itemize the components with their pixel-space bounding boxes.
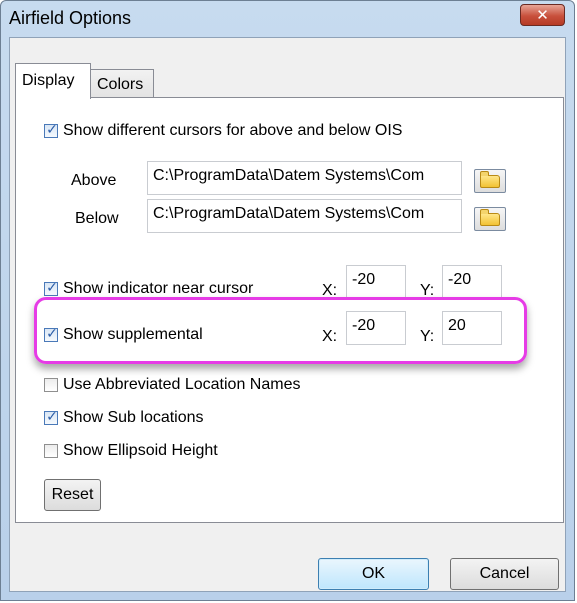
show-indicator-label: Show indicator near cursor (63, 280, 254, 297)
reset-button-label: Reset (51, 486, 94, 503)
cancel-button[interactable]: Cancel (450, 558, 559, 590)
folder-icon (480, 209, 500, 226)
show-cursors-label: Show different cursors for above and bel… (63, 122, 403, 139)
show-cursors-checkbox[interactable]: ✓ (44, 121, 58, 138)
indicator-y-input[interactable]: -20 (442, 265, 502, 299)
close-button[interactable]: ✕ (520, 4, 565, 26)
tab-display[interactable]: Display (15, 63, 91, 99)
reset-button[interactable]: Reset (44, 479, 101, 511)
tab-colors-label: Colors (97, 76, 144, 93)
checkmark-icon: ✓ (46, 121, 58, 137)
indicator-x-input[interactable]: -20 (346, 265, 406, 299)
ok-button-label: OK (361, 565, 386, 582)
abbreviated-names-label: Use Abbreviated Location Names (63, 376, 301, 393)
tab-display-label: Display (22, 72, 75, 89)
ellipsoid-height-checkbox[interactable] (44, 444, 58, 458)
supplemental-highlight-box (34, 297, 527, 364)
above-path-field[interactable]: C:\ProgramData\Datem Systems\Com (147, 161, 462, 195)
checkmark-icon: ✓ (46, 279, 58, 295)
folder-icon (480, 171, 500, 188)
checkmark-icon: ✓ (46, 408, 58, 424)
title-bar[interactable]: Airfield Options ✕ (1, 1, 574, 35)
sub-locations-label: Show Sub locations (63, 409, 204, 426)
ok-button[interactable]: OK (318, 558, 429, 590)
below-browse-button[interactable] (474, 207, 506, 231)
ellipsoid-height-label: Show Ellipsoid Height (63, 442, 218, 459)
below-label: Below (75, 210, 119, 227)
cancel-button-label: Cancel (479, 565, 530, 582)
window-title: Airfield Options (9, 8, 132, 28)
show-indicator-checkbox[interactable]: ✓ (44, 279, 58, 296)
close-icon: ✕ (536, 7, 549, 24)
tab-colors[interactable]: Colors (90, 69, 154, 97)
abbreviated-names-checkbox[interactable] (44, 378, 58, 392)
sub-locations-checkbox[interactable]: ✓ (44, 408, 58, 425)
above-browse-button[interactable] (474, 169, 506, 193)
below-path-field[interactable]: C:\ProgramData\Datem Systems\Com (147, 199, 462, 233)
above-label: Above (71, 172, 117, 189)
